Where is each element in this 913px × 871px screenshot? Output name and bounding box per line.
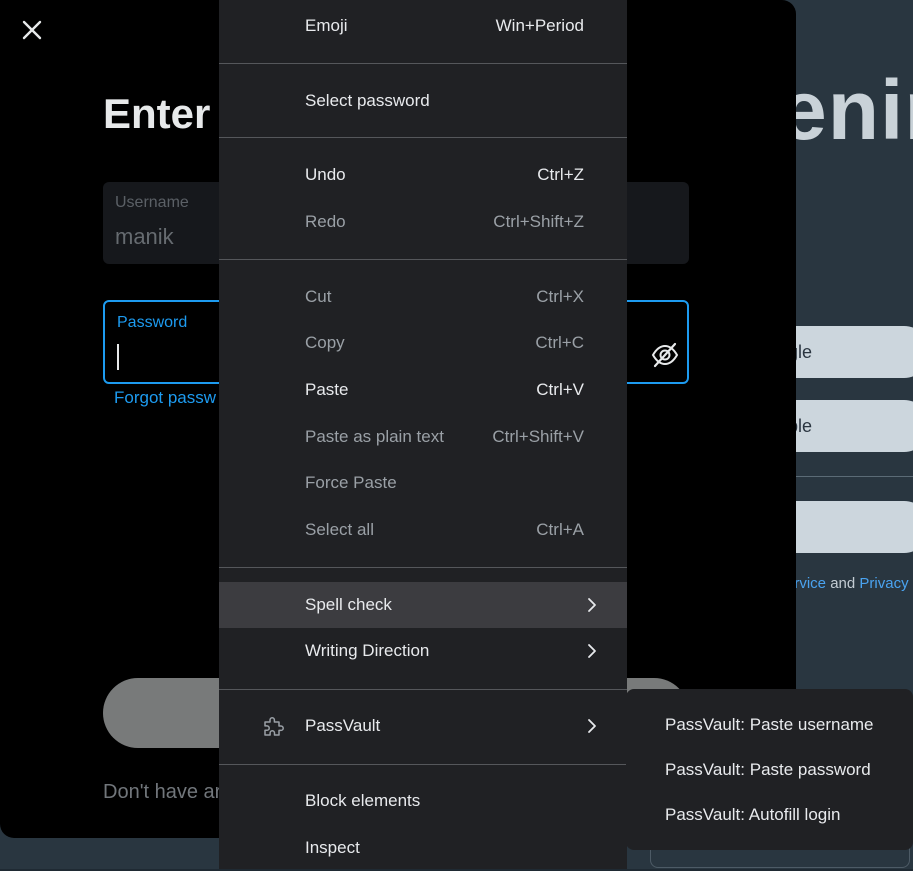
menu-separator — [219, 567, 627, 568]
menu-item-label: Select password — [305, 91, 430, 110]
menu-item-label: Force Paste — [305, 473, 397, 492]
menu-item-paste[interactable]: Paste Ctrl+V — [219, 367, 627, 413]
menu-separator — [219, 137, 627, 138]
text-caret — [117, 344, 119, 370]
chevron-right-icon — [588, 644, 596, 658]
username-label: Username — [115, 194, 189, 211]
background-divider — [796, 476, 913, 477]
eye-off-icon — [651, 342, 679, 368]
password-label: Password — [117, 314, 188, 331]
menu-item-undo[interactable]: Undo Ctrl+Z — [219, 152, 627, 198]
menu-item-force-paste[interactable]: Force Paste — [219, 460, 627, 506]
menu-item-shortcut: Ctrl+X — [536, 287, 584, 306]
menu-item-copy[interactable]: Copy Ctrl+C — [219, 320, 627, 366]
submenu-item-paste-username[interactable]: PassVault: Paste username — [626, 702, 913, 747]
menu-item-block-elements[interactable]: Block elements — [219, 778, 627, 824]
signup-prompt: Don't have ar — [103, 781, 222, 803]
menu-item-label: Block elements — [305, 791, 421, 810]
menu-item-emoji[interactable]: Emoji Win+Period — [219, 3, 627, 49]
menu-item-label: Undo — [305, 165, 346, 184]
show-password-toggle[interactable] — [650, 340, 680, 370]
menu-item-shortcut: Ctrl+Shift+V — [492, 427, 584, 446]
menu-item-shortcut: Ctrl+Z — [537, 165, 584, 184]
close-icon — [22, 20, 42, 40]
submenu-item-paste-password[interactable]: PassVault: Paste password — [626, 747, 913, 792]
menu-item-label: Inspect — [305, 838, 360, 857]
menu-separator — [219, 63, 627, 64]
menu-item-select-password[interactable]: Select password — [219, 78, 627, 124]
submenu-item-label: PassVault: Paste username — [665, 714, 874, 734]
background-headline: enir — [780, 63, 913, 157]
submenu-item-autofill-login[interactable]: PassVault: Autofill login — [626, 792, 913, 837]
passvault-submenu: PassVault: Paste username PassVault: Pas… — [626, 689, 913, 850]
menu-item-shortcut: Ctrl+A — [536, 520, 584, 539]
context-menu: Emoji Win+Period Select password Undo Ct… — [219, 0, 627, 869]
menu-item-label: Select all — [305, 520, 374, 539]
menu-item-label: Emoji — [305, 16, 348, 35]
menu-separator — [219, 764, 627, 765]
submenu-item-label: PassVault: Paste password — [665, 759, 871, 779]
menu-item-shortcut: Ctrl+Shift+Z — [493, 212, 584, 231]
menu-item-passvault[interactable]: PassVault — [219, 703, 627, 749]
username-value: manik — [115, 224, 174, 249]
menu-item-label: Paste as plain text — [305, 427, 444, 446]
close-button[interactable] — [18, 16, 46, 44]
menu-item-paste-plain-text[interactable]: Paste as plain text Ctrl+Shift+V — [219, 414, 627, 460]
menu-item-label: PassVault — [305, 716, 381, 735]
menu-item-shortcut: Ctrl+C — [535, 333, 584, 352]
menu-separator — [219, 689, 627, 690]
menu-item-label: Redo — [305, 212, 346, 231]
background-legal-text: ervice and Privacy — [786, 575, 909, 592]
legal-and-text: and — [830, 575, 856, 592]
chevron-right-icon — [588, 598, 596, 612]
menu-item-shortcut: Ctrl+V — [536, 380, 584, 399]
menu-item-label: Copy — [305, 333, 345, 352]
menu-separator — [219, 259, 627, 260]
menu-item-label: Cut — [305, 287, 332, 306]
forgot-password-link[interactable]: Forgot passw — [114, 388, 216, 408]
menu-item-label: Spell check — [305, 595, 392, 614]
menu-item-select-all[interactable]: Select all Ctrl+A — [219, 507, 627, 553]
menu-item-redo[interactable]: Redo Ctrl+Shift+Z — [219, 199, 627, 245]
chevron-right-icon — [588, 719, 596, 733]
menu-item-label: Paste — [305, 380, 349, 399]
privacy-policy-link[interactable]: Privacy — [859, 575, 908, 592]
menu-item-spell-check[interactable]: Spell check — [219, 582, 627, 628]
menu-item-label: Writing Direction — [305, 641, 430, 660]
menu-item-shortcut: Win+Period — [495, 16, 584, 35]
menu-item-writing-direction[interactable]: Writing Direction — [219, 628, 627, 674]
menu-item-inspect[interactable]: Inspect — [219, 825, 627, 871]
menu-item-cut[interactable]: Cut Ctrl+X — [219, 274, 627, 320]
puzzle-icon — [264, 717, 284, 736]
submenu-item-label: PassVault: Autofill login — [665, 804, 841, 824]
